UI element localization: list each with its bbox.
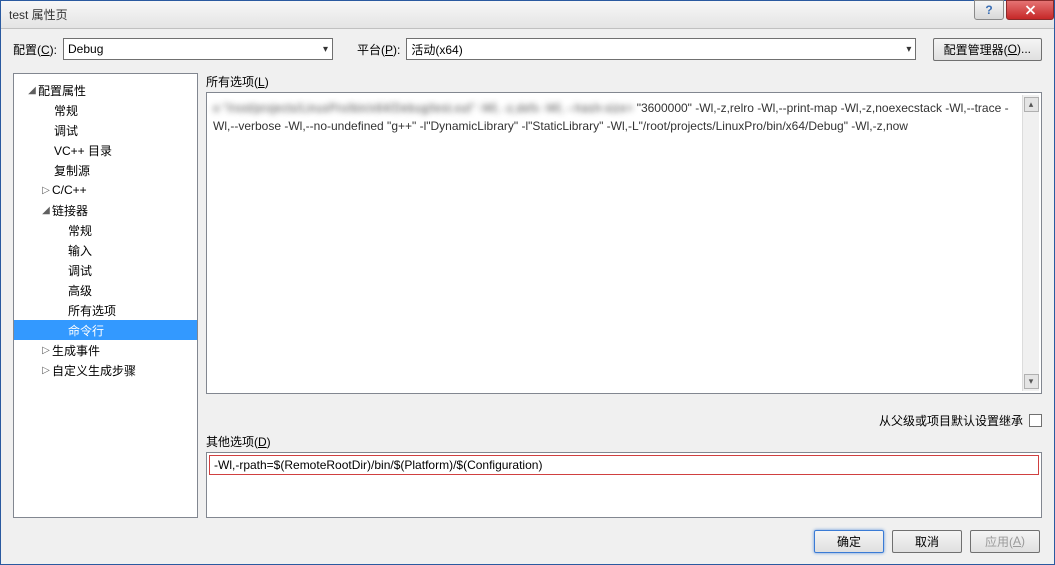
- titlebar: test 属性页 ?: [1, 1, 1054, 29]
- tree-item-custom-build-step[interactable]: ▷自定义生成步骤: [14, 360, 197, 380]
- tree-item-linker-general[interactable]: 常规: [14, 220, 197, 240]
- right-panel: 所有选项(L) o "/root/projects/LinuxPro/bin/x…: [206, 73, 1042, 518]
- tree-item-linker-input[interactable]: 输入: [14, 240, 197, 260]
- ok-button[interactable]: 确定: [814, 530, 884, 553]
- tree-root-config-properties[interactable]: ◢ 配置属性: [14, 80, 197, 100]
- expand-collapse-icon[interactable]: ◢: [26, 85, 38, 96]
- close-button[interactable]: [1006, 0, 1054, 20]
- help-icon: ?: [985, 3, 992, 17]
- tree-item-linker-command-line[interactable]: 命令行: [14, 320, 197, 340]
- scroll-up-icon[interactable]: ▴: [1024, 97, 1039, 112]
- cancel-button[interactable]: 取消: [892, 530, 962, 553]
- inherit-checkbox[interactable]: [1029, 414, 1042, 427]
- all-options-textbox[interactable]: o "/root/projects/LinuxPro/bin/x64/Debug…: [206, 92, 1042, 394]
- config-manager-button[interactable]: 配置管理器(O)...: [933, 38, 1042, 61]
- footer: 确定 取消 应用(A): [1, 518, 1054, 564]
- nav-tree[interactable]: ◢ 配置属性 常规 调试 VC++ 目录 复制源 ▷C/C++ ◢链接器 常规 …: [13, 73, 198, 518]
- tree-item-linker-advanced[interactable]: 高级: [14, 280, 197, 300]
- apply-button[interactable]: 应用(A): [970, 530, 1040, 553]
- chevron-down-icon: ▾: [906, 44, 911, 55]
- tree-item-debug[interactable]: 调试: [14, 120, 197, 140]
- config-combo-value: Debug: [68, 42, 103, 56]
- chevron-down-icon: ▾: [323, 44, 328, 55]
- tree-item-build-events[interactable]: ▷生成事件: [14, 340, 197, 360]
- other-options-label: 其他选项(D): [206, 433, 1042, 450]
- expand-collapse-icon[interactable]: ▷: [40, 345, 52, 356]
- window-buttons: ?: [974, 1, 1054, 28]
- other-options-input[interactable]: [209, 455, 1039, 475]
- tree-item-cpp[interactable]: ▷C/C++: [14, 180, 197, 200]
- expand-collapse-icon[interactable]: ▷: [40, 185, 52, 196]
- tree-item-linker[interactable]: ◢链接器: [14, 200, 197, 220]
- tree-item-linker-debug[interactable]: 调试: [14, 260, 197, 280]
- platform-combo[interactable]: 活动(x64) ▾: [406, 38, 916, 60]
- scroll-down-icon[interactable]: ▾: [1024, 374, 1039, 389]
- inherit-row: 从父级或项目默认设置继承: [206, 412, 1042, 429]
- tree-item-linker-all-options[interactable]: 所有选项: [14, 300, 197, 320]
- help-button[interactable]: ?: [974, 0, 1004, 20]
- platform-label: 平台(P):: [357, 41, 400, 58]
- config-label: 配置(C):: [13, 41, 57, 58]
- scrollbar[interactable]: ▴ ▾: [1022, 95, 1039, 391]
- main-area: ◢ 配置属性 常规 调试 VC++ 目录 复制源 ▷C/C++ ◢链接器 常规 …: [1, 69, 1054, 518]
- close-icon: [1025, 5, 1036, 15]
- platform-combo-value: 活动(x64): [411, 41, 462, 58]
- other-options-textbox[interactable]: [206, 452, 1042, 518]
- property-page-window: test 属性页 ? 配置(C): Debug ▾ 平台(P): 活动(x64)…: [0, 0, 1055, 565]
- expand-collapse-icon[interactable]: ▷: [40, 365, 52, 376]
- inherit-label: 从父级或项目默认设置继承: [879, 412, 1023, 429]
- all-options-label: 所有选项(L): [206, 73, 1042, 90]
- all-options-content: o "/root/projects/LinuxPro/bin/x64/Debug…: [213, 99, 1017, 135]
- tree-item-copy-sources[interactable]: 复制源: [14, 160, 197, 180]
- config-combo[interactable]: Debug ▾: [63, 38, 333, 60]
- tree-item-general[interactable]: 常规: [14, 100, 197, 120]
- window-title: test 属性页: [9, 6, 974, 23]
- expand-collapse-icon[interactable]: ◢: [40, 205, 52, 216]
- toolbar: 配置(C): Debug ▾ 平台(P): 活动(x64) ▾ 配置管理器(O)…: [1, 29, 1054, 69]
- tree-item-vc-directories[interactable]: VC++ 目录: [14, 140, 197, 160]
